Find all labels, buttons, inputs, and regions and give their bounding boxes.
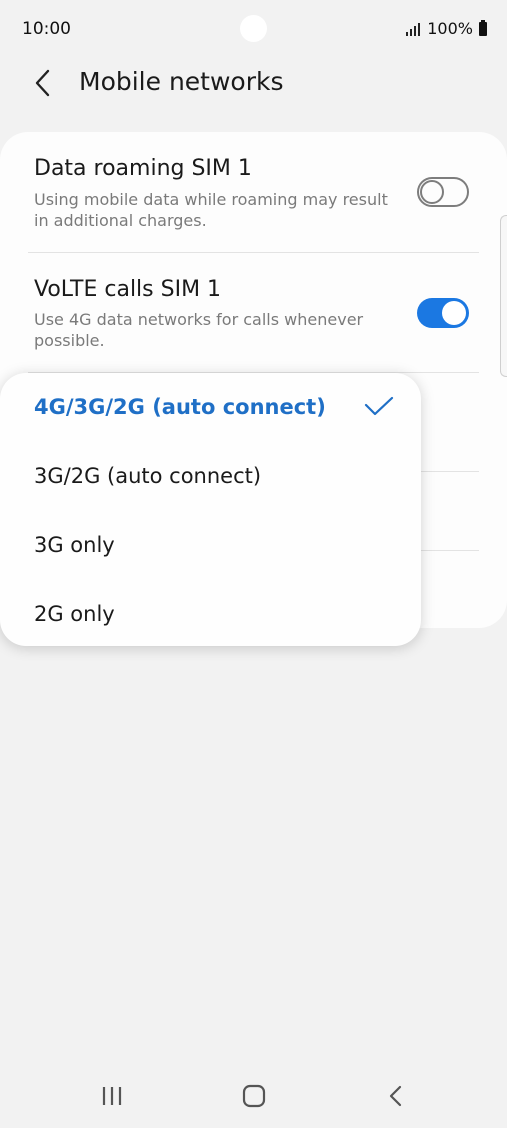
navigation-bar xyxy=(0,1068,507,1128)
setting-subtitle: Using mobile data while roaming may resu… xyxy=(34,190,388,230)
status-bar: 10:00 100% xyxy=(0,0,507,60)
volte-calls-toggle[interactable] xyxy=(417,298,469,328)
page-title: Mobile networks xyxy=(79,67,284,96)
camera-cutout xyxy=(240,15,267,42)
menu-option-2g-only[interactable]: 2G only xyxy=(34,602,115,626)
nav-back-icon xyxy=(389,1085,402,1107)
app-header: Mobile networks xyxy=(0,55,507,110)
signal-icon xyxy=(406,22,421,36)
setting-data-roaming[interactable]: Data roaming SIM 1 Using mobile data whi… xyxy=(0,132,507,252)
toggle-knob xyxy=(442,301,466,325)
setting-volte-calls[interactable]: VoLTE calls SIM 1 Use 4G data networks f… xyxy=(0,253,507,373)
setting-title: VoLTE calls SIM 1 xyxy=(34,277,222,302)
menu-option-3g-2g[interactable]: 3G/2G (auto connect) xyxy=(34,464,261,488)
home-icon xyxy=(242,1084,266,1108)
menu-option-4g-3g-2g[interactable]: 4G/3G/2G (auto connect) xyxy=(34,395,326,419)
check-icon xyxy=(364,396,394,416)
setting-title: Data roaming SIM 1 xyxy=(34,156,252,181)
back-arrow-icon xyxy=(35,69,50,97)
recent-apps-icon xyxy=(102,1087,122,1105)
network-mode-menu: 4G/3G/2G (auto connect) 3G/2G (auto conn… xyxy=(0,373,421,646)
recent-apps-button[interactable] xyxy=(94,1082,130,1110)
battery-percentage: 100% xyxy=(427,19,473,38)
home-button[interactable] xyxy=(236,1082,272,1110)
status-time: 10:00 xyxy=(22,19,71,39)
toggle-knob xyxy=(420,180,444,204)
nav-back-button[interactable] xyxy=(378,1082,414,1110)
back-button[interactable] xyxy=(24,63,64,103)
scrollbar[interactable] xyxy=(500,215,507,377)
data-roaming-toggle[interactable] xyxy=(417,177,469,207)
menu-option-3g-only[interactable]: 3G only xyxy=(34,533,115,557)
setting-subtitle: Use 4G data networks for calls whenever … xyxy=(34,310,364,350)
status-indicators: 100% xyxy=(406,19,487,38)
battery-icon xyxy=(479,19,487,36)
